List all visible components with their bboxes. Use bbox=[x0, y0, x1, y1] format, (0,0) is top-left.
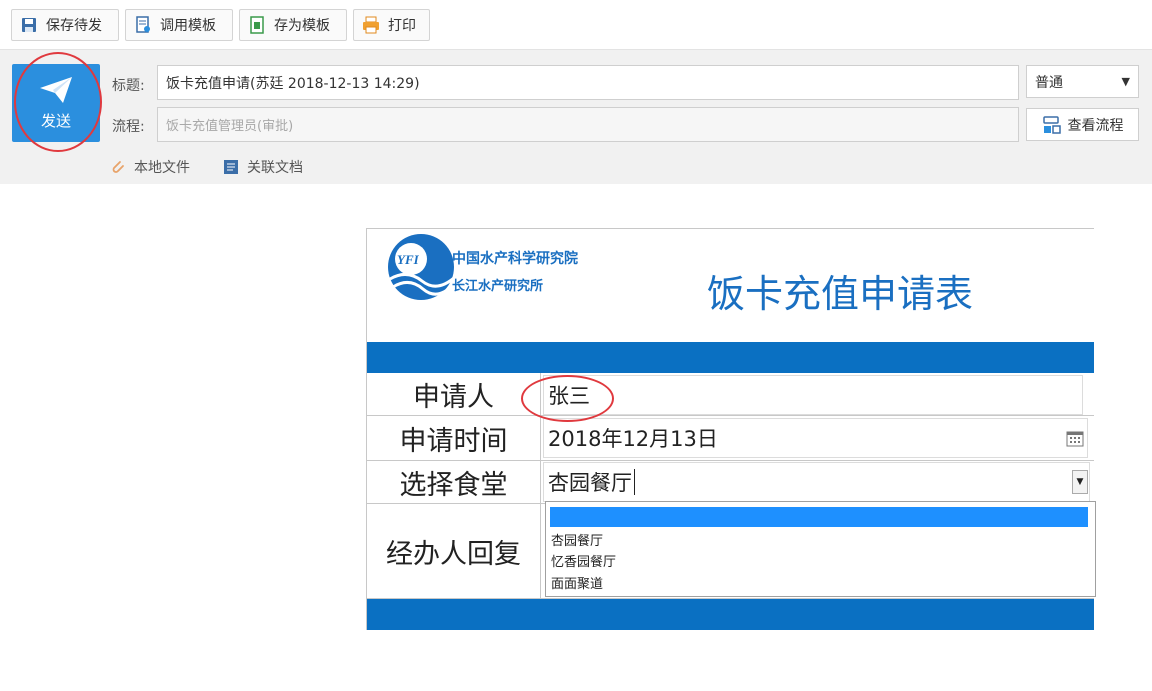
priority-select[interactable]: 普通 ▼ bbox=[1026, 65, 1139, 98]
applicant-input[interactable]: 张三 bbox=[543, 375, 1083, 415]
canteen-value: 杏园餐厅 bbox=[548, 471, 632, 495]
title-field[interactable]: 饭卡充值申请(苏廷 2018-12-13 14:29) bbox=[157, 65, 1019, 100]
save-template-label: 存为模板 bbox=[274, 18, 330, 34]
form-row-canteen: 选择食堂 杏园餐厅 ▼ bbox=[367, 461, 1094, 504]
dropdown-arrow-icon[interactable]: ▼ bbox=[1072, 470, 1088, 494]
flowchart-icon bbox=[1042, 115, 1061, 134]
local-file-label: 本地文件 bbox=[134, 160, 190, 176]
flow-value: 饭卡充值管理员(审批) bbox=[166, 119, 294, 134]
dropdown-option[interactable]: 杏园餐厅 bbox=[551, 530, 603, 549]
document-icon bbox=[224, 160, 238, 174]
form-row-apply-date: 申请时间 2018年12月13日 bbox=[367, 416, 1094, 461]
form-header-bar bbox=[367, 342, 1094, 373]
related-doc-link[interactable]: 关联文档 bbox=[223, 157, 303, 177]
form-title: 饭卡充值申请表 bbox=[707, 272, 974, 316]
dropdown-option[interactable]: 忆香园餐厅 bbox=[551, 551, 616, 570]
dropdown-option-blank[interactable] bbox=[550, 507, 1088, 527]
logo-text: YFI bbox=[397, 252, 420, 267]
org-name-primary: 中国水产科学研究院 bbox=[452, 251, 578, 267]
use-template-button[interactable]: 调用模板 bbox=[125, 9, 233, 41]
dropdown-arrow-icon: ▼ bbox=[1121, 75, 1130, 88]
applicant-label: 申请人 bbox=[367, 373, 541, 415]
canteen-dropdown-list: 杏园餐厅 忆香园餐厅 面面聚道 bbox=[545, 501, 1096, 597]
canteen-label: 选择食堂 bbox=[367, 461, 541, 503]
view-flow-button[interactable]: 查看流程 bbox=[1026, 108, 1139, 141]
save-icon bbox=[22, 18, 36, 32]
save-draft-label: 保存待发 bbox=[46, 18, 102, 34]
print-label: 打印 bbox=[388, 18, 416, 34]
apply-date-label: 申请时间 bbox=[367, 416, 541, 460]
compose-header: 发送 标题: 饭卡充值申请(苏廷 2018-12-13 14:29) 普通 ▼ … bbox=[0, 50, 1152, 184]
toolbar: 保存待发 调用模板 存为模板 打印 bbox=[0, 0, 1152, 50]
text-cursor bbox=[634, 469, 635, 495]
form-footer-bar bbox=[367, 599, 1094, 630]
annotation-circle-send bbox=[14, 52, 102, 152]
canteen-select[interactable]: 杏园餐厅 ▼ bbox=[543, 462, 1090, 502]
related-doc-label: 关联文档 bbox=[247, 160, 303, 176]
flow-field: 饭卡充值管理员(审批) bbox=[157, 107, 1019, 142]
apply-date-input[interactable]: 2018年12月13日 bbox=[543, 418, 1088, 458]
apply-date-value: 2018年12月13日 bbox=[548, 427, 718, 451]
handler-reply-label: 经办人回复 bbox=[367, 504, 541, 598]
printer-icon bbox=[363, 16, 379, 34]
institute-logo: YFI bbox=[388, 234, 456, 300]
print-button[interactable]: 打印 bbox=[353, 9, 430, 41]
org-name-secondary: 长江水产研究所 bbox=[452, 279, 544, 294]
save-template-icon bbox=[250, 16, 264, 34]
save-draft-button[interactable]: 保存待发 bbox=[11, 9, 119, 41]
annotation-circle-applicant bbox=[521, 375, 614, 422]
view-flow-label: 查看流程 bbox=[1067, 117, 1124, 134]
calendar-icon[interactable] bbox=[1065, 428, 1085, 448]
dropdown-option[interactable]: 面面聚道 bbox=[551, 573, 603, 592]
title-value: 饭卡充值申请(苏廷 2018-12-13 14:29) bbox=[166, 75, 420, 92]
paperclip-icon bbox=[112, 161, 124, 173]
form-row-applicant: 申请人 张三 bbox=[367, 373, 1094, 416]
local-file-link[interactable]: 本地文件 bbox=[110, 157, 190, 177]
use-template-label: 调用模板 bbox=[160, 18, 216, 34]
title-label: 标题: bbox=[112, 78, 145, 94]
flow-label: 流程: bbox=[112, 119, 145, 135]
priority-value: 普通 bbox=[1035, 74, 1063, 91]
template-icon bbox=[136, 16, 150, 33]
save-template-button[interactable]: 存为模板 bbox=[239, 9, 347, 41]
